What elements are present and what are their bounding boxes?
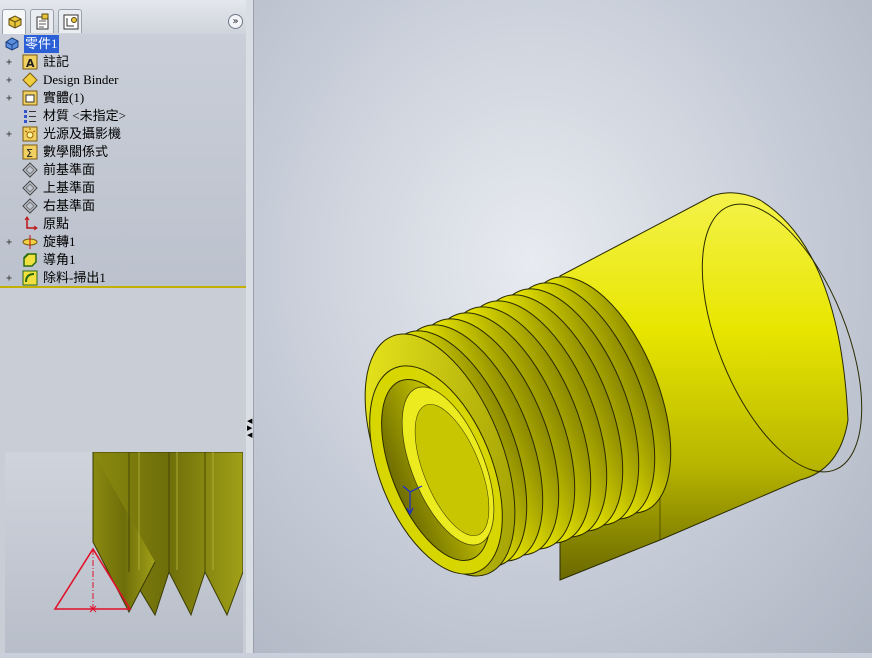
- tree-item-front-plane[interactable]: 前基準面: [0, 161, 246, 179]
- tree-item-label: Design Binder: [43, 72, 119, 87]
- plane-icon: [22, 180, 38, 196]
- origin-icon: [22, 216, 38, 232]
- tab-property-manager[interactable]: [30, 9, 54, 33]
- feature-manager-panel: » 零件1 + A 註記 + Design Binder + 實體(1) 材質 …: [0, 0, 247, 653]
- material-icon: [22, 108, 38, 124]
- property-manager-icon: [36, 13, 49, 30]
- expand-toggle[interactable]: +: [6, 72, 16, 90]
- svg-text:Σ: Σ: [26, 147, 33, 160]
- graphics-viewport[interactable]: [254, 0, 872, 653]
- tree-item-label: 材質 <未指定>: [43, 108, 126, 123]
- tab-feature-manager[interactable]: [2, 9, 26, 34]
- expand-panel-button[interactable]: »: [228, 14, 243, 29]
- expand-toggle[interactable]: +: [6, 234, 16, 252]
- svg-text:A: A: [26, 57, 35, 70]
- tree-item-label: 右基準面: [43, 198, 96, 213]
- tree-item-swept-cut[interactable]: + 除料-掃出1: [0, 269, 246, 287]
- configuration-manager-icon: [63, 14, 79, 30]
- tree-root-label: 零件1: [24, 35, 59, 53]
- revolve-icon: [22, 234, 38, 250]
- thread-section-view: [53, 451, 244, 617]
- tree-item-label: 實體(1): [43, 90, 85, 105]
- tree-item-label: 導角1: [43, 252, 76, 267]
- lower-panel: [0, 288, 246, 653]
- solid-bodies-icon: [22, 90, 38, 106]
- feature-manager-icon: [8, 15, 22, 29]
- part-icon: [4, 36, 20, 52]
- plane-icon: [22, 198, 38, 214]
- tree-item-label: 旋轉1: [43, 234, 76, 249]
- manager-tab-bar: »: [0, 0, 246, 35]
- tree-item-top-plane[interactable]: 上基準面: [0, 179, 246, 197]
- equations-icon: Σ: [22, 144, 38, 160]
- tree-item-label: 前基準面: [43, 162, 96, 177]
- tree-item-solid-bodies[interactable]: + 實體(1): [0, 89, 246, 107]
- tree-item-annotations[interactable]: + A 註記: [0, 53, 246, 71]
- tree-item-right-plane[interactable]: 右基準面: [0, 197, 246, 215]
- chamfer-icon: [22, 252, 38, 268]
- lights-camera-icon: [22, 126, 38, 142]
- tree-item-label: 除料-掃出1: [43, 270, 106, 285]
- tree-item-label: 原點: [43, 216, 70, 231]
- feature-tree: 零件1 + A 註記 + Design Binder + 實體(1) 材質 <未…: [0, 34, 246, 286]
- tree-item-revolve[interactable]: + 旋轉1: [0, 233, 246, 251]
- tree-item-label: 註記: [43, 54, 70, 69]
- thread-profile-preview: [5, 451, 244, 653]
- tree-item-label: 光源及攝影機: [43, 126, 122, 141]
- swept-cut-icon: [22, 270, 38, 286]
- plane-icon: [22, 162, 38, 178]
- tree-item-design-binder[interactable]: + Design Binder: [0, 71, 246, 89]
- panel-splitter[interactable]: ◀ ▶ ◀: [246, 0, 254, 653]
- tree-item-label: 上基準面: [43, 180, 96, 195]
- expand-toggle[interactable]: +: [6, 126, 16, 144]
- splitter-grip-icon[interactable]: ◀ ▶ ◀: [247, 418, 252, 440]
- tree-item-origin[interactable]: 原點: [0, 215, 246, 233]
- tree-item-chamfer[interactable]: 導角1: [0, 251, 246, 269]
- design-binder-icon: [22, 72, 38, 88]
- tree-item-material[interactable]: 材質 <未指定>: [0, 107, 246, 125]
- expand-toggle[interactable]: +: [6, 54, 16, 72]
- expand-toggle[interactable]: +: [6, 90, 16, 108]
- tree-item-lights-camera[interactable]: + 光源及攝影機: [0, 125, 246, 143]
- threaded-fitting-model[interactable]: [254, 0, 872, 653]
- tab-configuration-manager[interactable]: [58, 9, 82, 33]
- annotation-icon: A: [22, 54, 38, 70]
- tree-item-label: 數學關係式: [43, 144, 109, 159]
- tree-item-equations[interactable]: Σ 數學關係式: [0, 143, 246, 161]
- tree-root-part[interactable]: 零件1: [0, 35, 246, 53]
